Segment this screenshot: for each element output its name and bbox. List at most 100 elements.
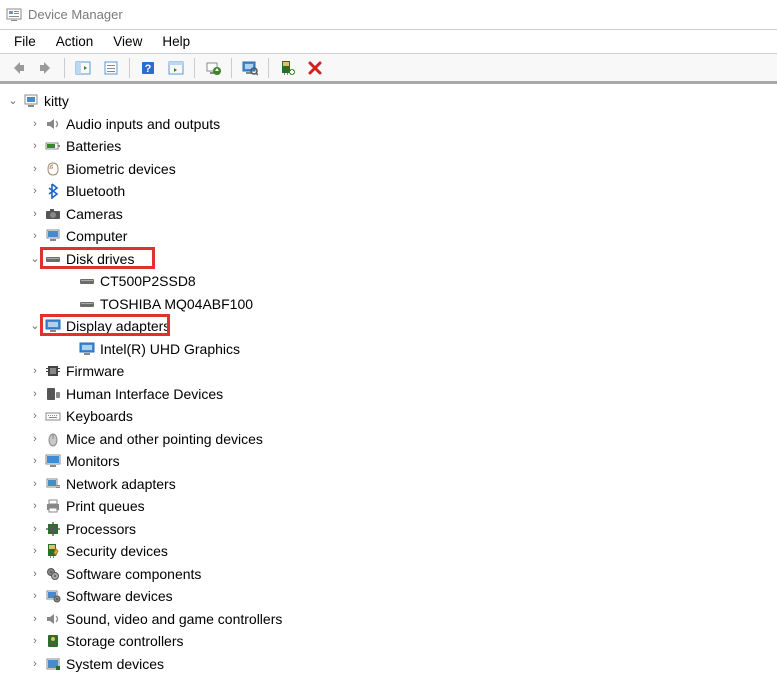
sound-icon: [44, 610, 62, 628]
category-label: Cameras: [66, 203, 123, 226]
chevron-right-icon[interactable]: ›: [28, 135, 42, 158]
category-label: System devices: [66, 653, 164, 676]
tree-item-device[interactable]: CT500P2SSD8: [6, 270, 777, 293]
tree-item-softcomp[interactable]: › Software components: [6, 563, 777, 586]
action-button[interactable]: [163, 56, 189, 80]
titlebar: Device Manager: [0, 0, 777, 30]
category-label: Print queues: [66, 495, 145, 518]
category-label: Biometric devices: [66, 158, 176, 181]
batteries-icon: [44, 137, 62, 155]
tree-item-storage[interactable]: ›Storage controllers: [6, 630, 777, 653]
chevron-down-icon[interactable]: ⌄: [28, 248, 42, 271]
tree-item-security[interactable]: › Security devices: [6, 540, 777, 563]
storage-icon: [44, 632, 62, 650]
chevron-right-icon[interactable]: ›: [28, 653, 42, 676]
category-label: Disk drives: [66, 248, 134, 271]
app-icon: [6, 7, 22, 23]
back-button[interactable]: [5, 56, 31, 80]
chevron-right-icon[interactable]: ›: [28, 608, 42, 631]
computer-icon: [44, 227, 62, 245]
chevron-right-icon[interactable]: ›: [28, 360, 42, 383]
chevron-right-icon[interactable]: ›: [28, 563, 42, 586]
device-tree[interactable]: ⌄kitty›Audio inputs and outputs›Batterie…: [0, 84, 777, 675]
tree-item-bluetooth[interactable]: ›Bluetooth: [6, 180, 777, 203]
category-label: Security devices: [66, 540, 168, 563]
tree-item-softdev[interactable]: ›Software devices: [6, 585, 777, 608]
show-hide-console-tree-button[interactable]: [70, 56, 96, 80]
chevron-right-icon[interactable]: ›: [28, 585, 42, 608]
scan-hardware-button[interactable]: [237, 56, 263, 80]
tree-item-audio[interactable]: › Audio inputs and outputs: [6, 113, 777, 136]
chevron-down-icon[interactable]: ⌄: [6, 90, 20, 113]
forward-button[interactable]: [33, 56, 59, 80]
chevron-right-icon[interactable]: ›: [28, 540, 42, 563]
chevron-right-icon[interactable]: ›: [28, 383, 42, 406]
chevron-down-icon[interactable]: ⌄: [28, 315, 42, 338]
chevron-right-icon[interactable]: ›: [28, 630, 42, 653]
category-label: Software components: [66, 563, 201, 586]
uninstall-device-button[interactable]: [302, 56, 328, 80]
menu-view[interactable]: View: [103, 32, 152, 51]
category-label: Network adapters: [66, 473, 176, 496]
help-button[interactable]: ?: [135, 56, 161, 80]
menu-help[interactable]: Help: [152, 32, 200, 51]
tree-item-sound[interactable]: › Sound, video and game controllers: [6, 608, 777, 631]
chevron-right-icon[interactable]: ›: [28, 450, 42, 473]
tree-item-device[interactable]: TOSHIBA MQ04ABF100: [6, 293, 777, 316]
category-label: Display adapters: [66, 315, 170, 338]
chevron-right-icon[interactable]: ›: [28, 518, 42, 541]
processors-icon: [44, 520, 62, 538]
tree-item-printqueues[interactable]: › Print queues: [6, 495, 777, 518]
tree-root[interactable]: ⌄ kitty: [6, 90, 777, 113]
chevron-right-icon[interactable]: ›: [28, 495, 42, 518]
category-label: Processors: [66, 518, 136, 541]
properties-button[interactable]: [98, 56, 124, 80]
tree-item-hid[interactable]: ›Human Interface Devices: [6, 383, 777, 406]
menu-action[interactable]: Action: [46, 32, 104, 51]
tree-item-firmware[interactable]: ›Firmware: [6, 360, 777, 383]
audio-icon: [44, 115, 62, 133]
device-label: Intel(R) UHD Graphics: [100, 338, 240, 361]
network-icon: [44, 475, 62, 493]
chevron-right-icon[interactable]: ›: [28, 180, 42, 203]
keyboards-icon: [44, 407, 62, 425]
menubar: File Action View Help: [0, 30, 777, 54]
chevron-right-icon[interactable]: ›: [28, 158, 42, 181]
update-driver-button[interactable]: [200, 56, 226, 80]
tree-item-diskdrives[interactable]: ⌄ Disk drives: [6, 248, 777, 271]
tree-item-cameras[interactable]: › Cameras: [6, 203, 777, 226]
menu-file[interactable]: File: [4, 32, 46, 51]
svg-text:?: ?: [145, 63, 152, 75]
chevron-right-icon[interactable]: ›: [28, 428, 42, 451]
tree-item-biometric[interactable]: › Biometric devices: [6, 158, 777, 181]
tree-item-monitors[interactable]: ›Monitors: [6, 450, 777, 473]
tree-item-mice[interactable]: ›Mice and other pointing devices: [6, 428, 777, 451]
chevron-right-icon[interactable]: ›: [28, 203, 42, 226]
chevron-right-icon[interactable]: ›: [28, 225, 42, 248]
tree-item-computer[interactable]: › Computer: [6, 225, 777, 248]
category-label: Sound, video and game controllers: [66, 608, 282, 631]
device-icon: [78, 295, 96, 313]
tree-item-display[interactable]: ⌄ Display adapters: [6, 315, 777, 338]
tree-item-device[interactable]: Intel(R) UHD Graphics: [6, 338, 777, 361]
sysdev-icon: [44, 655, 62, 673]
category-label: Computer: [66, 225, 127, 248]
tree-item-processors[interactable]: › Processors: [6, 518, 777, 541]
device-icon: [78, 340, 96, 358]
tree-item-sysdev[interactable]: › System devices: [6, 653, 777, 676]
printqueues-icon: [44, 497, 62, 515]
tree-item-keyboards[interactable]: ›Keyboards: [6, 405, 777, 428]
tree-item-batteries[interactable]: ›Batteries: [6, 135, 777, 158]
category-label: Audio inputs and outputs: [66, 113, 220, 136]
cameras-icon: [44, 205, 62, 223]
chevron-right-icon[interactable]: ›: [28, 405, 42, 428]
softcomp-icon: [44, 565, 62, 583]
root-label: kitty: [44, 90, 69, 113]
tree-item-network[interactable]: › Network adapters: [6, 473, 777, 496]
add-legacy-hardware-button[interactable]: [274, 56, 300, 80]
device-label: TOSHIBA MQ04ABF100: [100, 293, 253, 316]
diskdrives-icon: [44, 250, 62, 268]
chevron-right-icon[interactable]: ›: [28, 473, 42, 496]
device-icon: [78, 272, 96, 290]
chevron-right-icon[interactable]: ›: [28, 113, 42, 136]
